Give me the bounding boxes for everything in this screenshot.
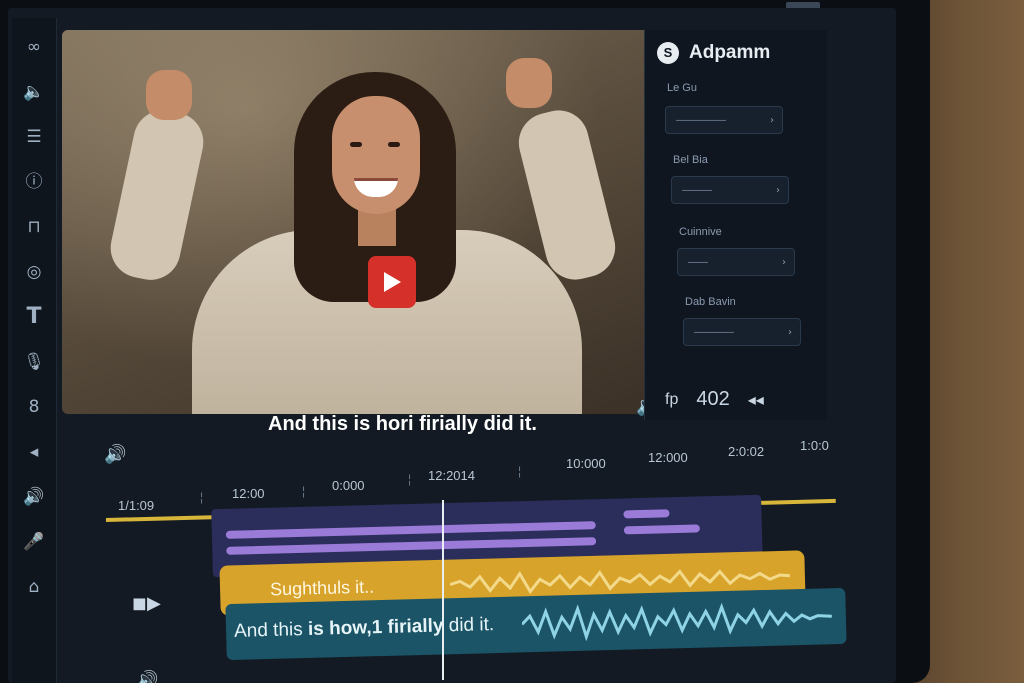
chevron-down-icon: › (776, 185, 780, 196)
clip-bar (225, 521, 596, 539)
mic-record-icon[interactable]: 🎤 (19, 527, 49, 557)
chevron-down-icon: › (788, 327, 792, 338)
field-value: ———— (694, 327, 734, 338)
audio-waveform-icon (521, 602, 832, 642)
tick-mark: ¦ (200, 490, 204, 504)
audio-clip-text-bold: is how,1 firially (307, 615, 444, 640)
panel-logo: S (657, 42, 679, 64)
field-value: ——— (682, 185, 712, 196)
audio-clip-text-start: And this (233, 618, 309, 642)
left-toolbar: ∞ 🔈 ☰ ⓘ ⊓ ◎ T 🎙 8 ◂ 🔊 🎤 ⌂ (12, 18, 57, 683)
tick-label: 2:0:02 (728, 444, 765, 459)
field-select-2[interactable]: ——— › (671, 176, 789, 204)
frame-prev-button[interactable]: fp (665, 391, 678, 409)
time-ruler[interactable]: 1/1:09 ¦ 12:00 ¦ 0:000 ¦ 12:2014 ¦ 10:00… (92, 438, 834, 513)
person-smile (354, 178, 398, 197)
clip-bar (623, 524, 700, 535)
tick-mark: ¦ (518, 464, 522, 478)
tick-mark: ¦ (408, 472, 412, 486)
editor-screen: ∞ 🔈 ☰ ⓘ ⊓ ◎ T 🎙 8 ◂ 🔊 🎤 ⌂ And this is ho… (8, 8, 896, 683)
panel-title: Adpamm (689, 42, 771, 63)
tick-label: 12:00 (232, 486, 265, 501)
playhead[interactable] (442, 500, 444, 680)
panel-footer: fp 402 ◂◂ (665, 388, 782, 411)
timeline[interactable]: 1/1:09 ¦ 12:00 ¦ 0:000 ¦ 12:2014 ¦ 10:00… (92, 438, 847, 683)
person-right-eye (388, 142, 400, 147)
clip-bar (623, 509, 670, 519)
person-left-fist (146, 70, 192, 120)
monitor-bezel: ∞ 🔈 ☰ ⓘ ⊓ ◎ T 🎙 8 ◂ 🔊 🎤 ⌂ And this is ho… (0, 0, 930, 683)
video-preview[interactable] (62, 30, 662, 414)
info-icon[interactable]: ⓘ (19, 167, 49, 197)
field-label: Cuinnive (679, 226, 722, 238)
audio-clip-text-end: did it. (443, 614, 495, 637)
tick-label: 12:000 (648, 450, 688, 465)
speed-icon[interactable]: 8 (19, 392, 49, 422)
tick-mark: ¦ (302, 484, 306, 498)
properties-panel: S Adpamm Le Gu ————— › Bel Bia ——— › Cuinn… (644, 30, 827, 420)
menu-icon[interactable]: ☰ (19, 122, 49, 152)
audio-icon[interactable]: 🔈 (19, 77, 49, 107)
person-left-eye (350, 142, 362, 147)
field-value: ————— (676, 115, 726, 126)
person-face (332, 96, 420, 214)
field-label: Dab Bavin (685, 296, 736, 308)
field-select-3[interactable]: —— › (677, 248, 795, 276)
field-value: —— (688, 257, 708, 268)
link-icon[interactable]: ∞ (19, 32, 49, 62)
play-icon (384, 272, 401, 292)
person-right-fist (506, 58, 552, 108)
text-icon[interactable]: T (19, 302, 49, 332)
tick-label: 1:0:0 (800, 438, 829, 453)
field-label: Bel Bia (673, 154, 708, 166)
preview-caption: And this is hori firially did it. (268, 413, 537, 435)
track-volume-icon[interactable]: 🔊 (136, 670, 158, 683)
chevron-down-icon: › (770, 115, 774, 126)
effects-icon[interactable]: ◎ (19, 257, 49, 287)
tick-label: 0:000 (332, 478, 365, 493)
field-label: Le Gu (667, 82, 697, 94)
sound-icon[interactable]: ◂ (19, 437, 49, 467)
tick-label: 1/1:09 (118, 498, 155, 513)
pin-icon[interactable]: ⌂ (19, 572, 49, 602)
volume-icon[interactable]: 🔊 (19, 482, 49, 512)
transition-icon[interactable]: ⊓ (19, 212, 49, 242)
play-button[interactable] (368, 256, 416, 308)
chevron-down-icon: › (782, 257, 786, 268)
tick-label: 10:000 (566, 456, 606, 471)
rewind-icon[interactable]: ◂◂ (748, 390, 764, 410)
clip-bar (226, 537, 597, 555)
track-toggle-icon[interactable]: ◼▶ (132, 593, 161, 614)
caption-clip-text: Sughthuls it.. (269, 576, 375, 600)
tick-label: 12:2014 (428, 468, 475, 483)
field-select-1[interactable]: ————— › (665, 106, 783, 134)
panel-header: S Adpamm (657, 42, 770, 64)
microphone-icon[interactable]: 🎙 (19, 347, 49, 377)
frame-counter: 402 (696, 388, 730, 410)
field-select-4[interactable]: ———— › (683, 318, 801, 346)
